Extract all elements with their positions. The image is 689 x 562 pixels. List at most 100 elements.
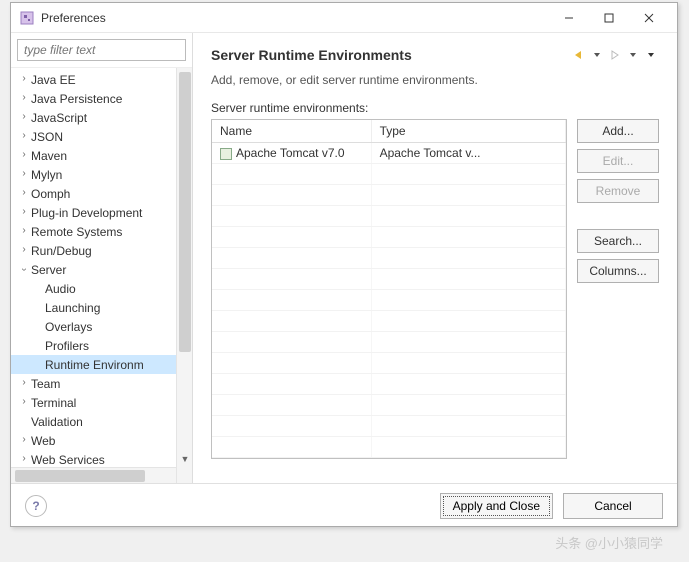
tree-item[interactable]: Profilers — [11, 336, 192, 355]
main-panel: Server Runtime Environments Add, remove,… — [193, 33, 677, 483]
back-icon[interactable] — [571, 47, 587, 63]
table-row-empty: .. — [212, 395, 566, 416]
chevron-right-icon[interactable]: › — [17, 130, 31, 141]
footer: ? Apply and Close Cancel — [11, 483, 677, 527]
runtime-table[interactable]: Name Type Apache Tomcat v7.0Apache Tomca… — [211, 119, 567, 459]
minimize-button[interactable] — [549, 4, 589, 32]
scroll-down-icon[interactable]: ▼ — [177, 451, 192, 467]
content-area: ›Java EE›Java Persistence›JavaScript›JSO… — [11, 33, 677, 483]
tree-item-label: Runtime Environm — [31, 358, 144, 372]
help-icon[interactable]: ? — [25, 495, 47, 517]
tree-item[interactable]: ›Java EE — [11, 70, 192, 89]
tree-item-label: JavaScript — [31, 111, 87, 125]
tree-item-label: Launching — [31, 301, 100, 315]
search-button[interactable]: Search... — [577, 229, 659, 253]
chevron-down-icon[interactable]: › — [19, 263, 30, 277]
table-row-empty: .. — [212, 416, 566, 437]
tree-item-label: Mylyn — [31, 168, 62, 182]
chevron-right-icon[interactable]: › — [17, 453, 31, 464]
chevron-right-icon[interactable]: › — [17, 377, 31, 388]
tree-item[interactable]: Audio — [11, 279, 192, 298]
chevron-right-icon[interactable]: › — [17, 168, 31, 179]
tree-item[interactable]: ›JSON — [11, 127, 192, 146]
scroll-thumb[interactable] — [179, 72, 191, 352]
back-dropdown-icon[interactable] — [589, 47, 605, 63]
table-row-empty: .. — [212, 206, 566, 227]
tree-item[interactable]: ›Terminal — [11, 393, 192, 412]
table-row-empty: .. — [212, 332, 566, 353]
table-row-empty: .. — [212, 164, 566, 185]
chevron-right-icon[interactable]: › — [17, 149, 31, 160]
tree-item-label: Overlays — [31, 320, 92, 334]
app-icon — [19, 10, 35, 26]
table-actions-row: Name Type Apache Tomcat v7.0Apache Tomca… — [211, 119, 659, 459]
hscroll-thumb[interactable] — [15, 470, 145, 482]
tree-item[interactable]: Runtime Environm — [11, 355, 192, 374]
tree-item[interactable]: ›JavaScript — [11, 108, 192, 127]
column-name[interactable]: Name — [212, 120, 371, 143]
sidebar: ›Java EE›Java Persistence›JavaScript›JSO… — [11, 33, 193, 483]
window-title: Preferences — [41, 11, 549, 25]
tree-item[interactable]: ›Web — [11, 431, 192, 450]
chevron-right-icon[interactable]: › — [17, 92, 31, 103]
tree-item-label: Web Services — [31, 453, 105, 467]
chevron-right-icon[interactable]: › — [17, 244, 31, 255]
table-row[interactable]: Apache Tomcat v7.0Apache Tomcat v... — [212, 143, 566, 164]
edit-button[interactable]: Edit... — [577, 149, 659, 173]
chevron-right-icon[interactable]: › — [17, 187, 31, 198]
tree-item[interactable]: ›Oomph — [11, 184, 192, 203]
chevron-right-icon[interactable]: › — [17, 111, 31, 122]
chevron-right-icon[interactable]: › — [17, 396, 31, 407]
chevron-right-icon[interactable]: › — [17, 225, 31, 236]
tree-item[interactable]: ›Team — [11, 374, 192, 393]
tree-item[interactable]: ›Server — [11, 260, 192, 279]
chevron-right-icon[interactable]: › — [17, 434, 31, 445]
forward-dropdown-icon[interactable] — [625, 47, 641, 63]
tree-item[interactable]: ›Maven — [11, 146, 192, 165]
tree-item-label: Audio — [31, 282, 76, 296]
forward-icon[interactable] — [607, 47, 623, 63]
tree-item-label: Java EE — [31, 73, 76, 87]
tree-item[interactable]: ›Remote Systems — [11, 222, 192, 241]
close-button[interactable] — [629, 4, 669, 32]
table-row-empty: .. — [212, 353, 566, 374]
filter-wrap — [11, 33, 192, 68]
cancel-button[interactable]: Cancel — [563, 493, 663, 519]
columns-button[interactable]: Columns... — [577, 259, 659, 283]
add-button[interactable]: Add... — [577, 119, 659, 143]
page-title: Server Runtime Environments — [211, 47, 571, 63]
tree-item-label: Maven — [31, 149, 67, 163]
window-controls — [549, 4, 669, 32]
tree-item[interactable]: ›Run/Debug — [11, 241, 192, 260]
tree-item-label: Team — [31, 377, 60, 391]
chevron-right-icon[interactable]: › — [17, 73, 31, 84]
tree-item-label: Oomph — [31, 187, 70, 201]
tree-item-label: Remote Systems — [31, 225, 122, 239]
menu-dropdown-icon[interactable] — [643, 47, 659, 63]
table-row-empty: .. — [212, 374, 566, 395]
table-row-empty: .. — [212, 248, 566, 269]
tree-item[interactable]: ›Mylyn — [11, 165, 192, 184]
tree-item[interactable]: ›Plug-in Development — [11, 203, 192, 222]
tree-item[interactable]: Overlays — [11, 317, 192, 336]
column-type[interactable]: Type — [371, 120, 565, 143]
remove-button[interactable]: Remove — [577, 179, 659, 203]
preferences-window: Preferences ›Java EE›Java Persistence›Ja… — [10, 2, 678, 527]
filter-input[interactable] — [17, 39, 186, 61]
sidebar-vertical-scrollbar[interactable]: ▲ ▼ — [176, 68, 192, 483]
maximize-button[interactable] — [589, 4, 629, 32]
chevron-right-icon[interactable]: › — [17, 206, 31, 217]
description-text: Add, remove, or edit server runtime envi… — [211, 73, 659, 87]
server-icon — [220, 148, 232, 160]
tree-item-label: JSON — [31, 130, 63, 144]
tree-item-label: Java Persistence — [31, 92, 122, 106]
tree-item[interactable]: Validation — [11, 412, 192, 431]
preference-tree: ›Java EE›Java Persistence›JavaScript›JSO… — [11, 68, 192, 471]
sidebar-horizontal-scrollbar[interactable] — [11, 467, 176, 483]
tree-item[interactable]: ›Java Persistence — [11, 89, 192, 108]
nav-icons — [571, 47, 659, 63]
table-row-empty: .. — [212, 437, 566, 458]
titlebar: Preferences — [11, 3, 677, 33]
apply-and-close-button[interactable]: Apply and Close — [440, 493, 553, 519]
tree-item[interactable]: Launching — [11, 298, 192, 317]
